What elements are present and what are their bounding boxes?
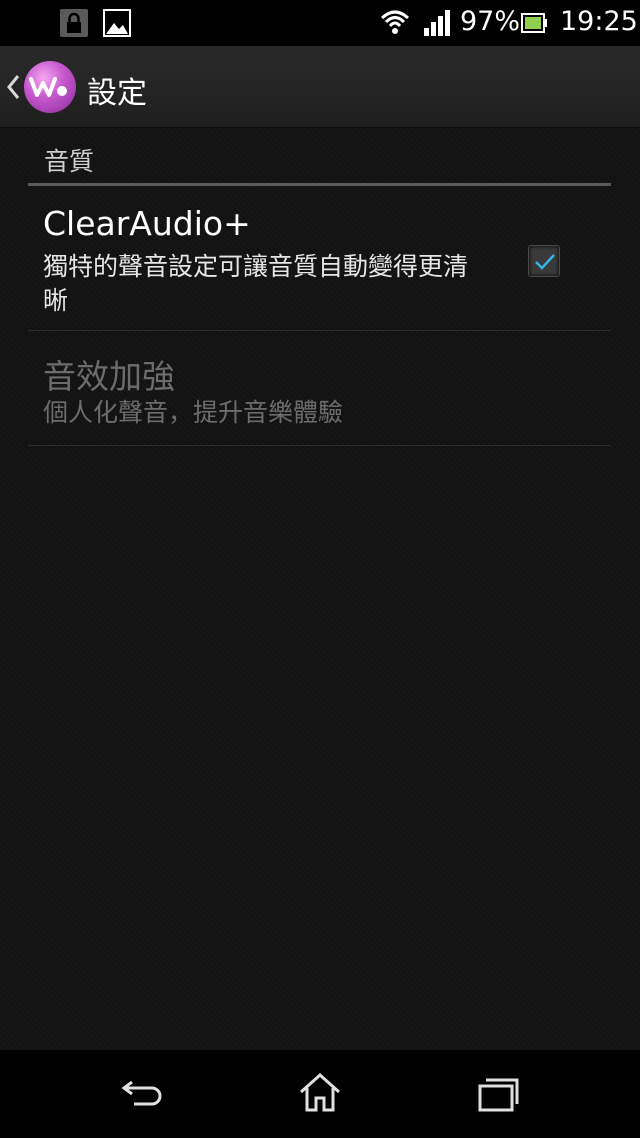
battery-percent: 97%	[460, 6, 521, 37]
up-chevron-icon[interactable]	[6, 74, 20, 104]
pref-title: 音效加強	[43, 357, 175, 396]
check-icon	[535, 254, 555, 270]
back-icon[interactable]	[120, 1072, 164, 1116]
pref-clearaudio[interactable]: ClearAudio+ 獨特的聲音設定可讓音質自動變得更清晰	[28, 186, 611, 332]
settings-screen: 97% 19:25 設定 音質 ClearAudio+ 獨特的聲音設定可讓音質自…	[0, 0, 640, 1138]
pref-summary: 獨特的聲音設定可讓音質自動變得更清晰	[43, 252, 469, 315]
wifi-icon	[380, 8, 410, 40]
pref-divider	[28, 445, 611, 446]
navigation-bar	[0, 1050, 640, 1138]
home-icon[interactable]	[298, 1072, 342, 1118]
page-title: 設定	[87, 76, 147, 111]
battery-icon	[521, 12, 547, 38]
lock-icon	[60, 9, 88, 37]
pref-summary: 個人化聲音，提升音樂體驗	[43, 398, 344, 427]
pref-title: ClearAudio+	[43, 204, 251, 243]
status-bar: 97% 19:25	[0, 0, 640, 46]
section-header: 音質	[44, 147, 95, 176]
recent-apps-icon[interactable]	[476, 1074, 520, 1118]
action-bar: 設定	[0, 46, 640, 128]
walkman-logo-icon[interactable]	[24, 61, 76, 113]
image-icon	[103, 9, 131, 37]
clock: 19:25	[560, 6, 638, 37]
clearaudio-checkbox[interactable]	[528, 245, 560, 277]
signal-icon	[424, 10, 452, 40]
pref-divider	[28, 330, 611, 331]
pref-sound-enhancement[interactable]: 音效加強 個人化聲音，提升音樂體驗	[28, 332, 611, 448]
